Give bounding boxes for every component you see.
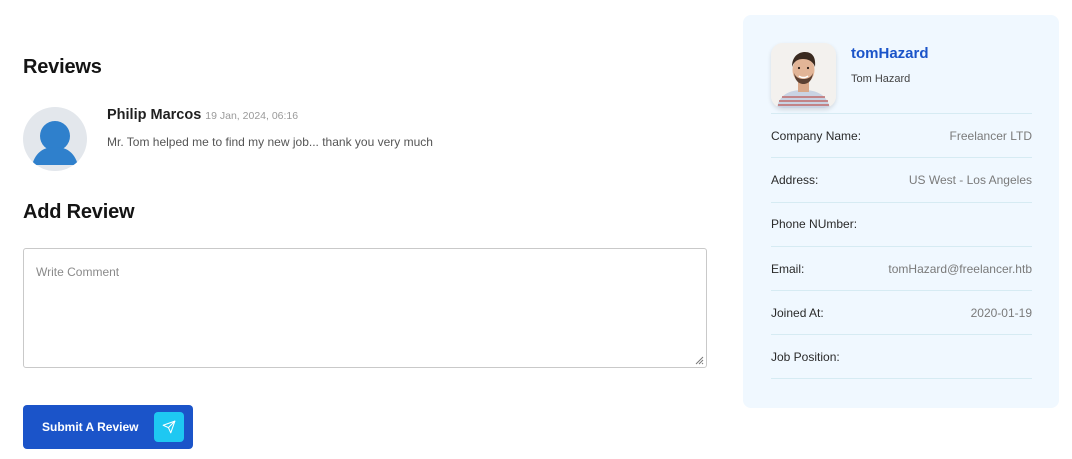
info-row-joined: Joined At: 2020-01-19 <box>771 290 1032 334</box>
info-row-email: Email: tomHazard@freelancer.htb <box>771 245 1032 290</box>
reviews-section: Reviews Philip Marcos 19 Jan, 2024, 06:1… <box>23 0 707 459</box>
review-item: Philip Marcos 19 Jan, 2024, 06:16 Mr. To… <box>23 107 707 171</box>
review-date: 19 Jan, 2024, 06:16 <box>205 110 299 122</box>
add-review-heading: Add Review <box>23 201 135 223</box>
info-label: Joined At: <box>771 305 824 320</box>
profile-username: tomHazard <box>851 45 929 62</box>
info-label: Email: <box>771 261 805 276</box>
default-user-icon <box>23 107 87 171</box>
resize-grip-icon[interactable] <box>695 356 704 365</box>
send-icon <box>154 412 184 442</box>
review-text: Mr. Tom helped me to find my new job... … <box>107 135 433 149</box>
submit-review-button[interactable]: Submit A Review <box>23 405 193 449</box>
reviewer-name: Philip Marcos <box>107 107 202 123</box>
comment-input[interactable] <box>24 249 706 367</box>
review-content: Philip Marcos 19 Jan, 2024, 06:16 Mr. To… <box>107 107 433 149</box>
info-value: US West - Los Angeles <box>908 172 1032 187</box>
info-label: Job Position: <box>771 349 840 364</box>
info-value: 2020-01-19 <box>970 305 1032 320</box>
info-row-company: Company Name: Freelancer LTD <box>771 113 1032 157</box>
profile-full-name: Tom Hazard <box>851 73 911 85</box>
info-row-phone: Phone NUmber: <box>771 201 1032 246</box>
reviews-heading: Reviews <box>23 56 102 78</box>
profile-avatar <box>771 43 836 108</box>
info-value: Freelancer LTD <box>949 128 1032 143</box>
profile-card: tomHazard Tom Hazard Company Name: Freel… <box>743 15 1059 408</box>
submit-review-label: Submit A Review <box>42 420 139 434</box>
comment-field-container <box>23 248 707 368</box>
info-row-address: Address: US West - Los Angeles <box>771 157 1032 201</box>
profile-info-list: Company Name: Freelancer LTD Address: US… <box>771 113 1032 379</box>
info-label: Company Name: <box>771 128 862 143</box>
info-label: Address: <box>771 172 819 187</box>
info-label: Phone NUmber: <box>771 217 858 232</box>
info-value: tomHazard@freelancer.htb <box>888 261 1032 276</box>
info-row-job-position: Job Position: <box>771 334 1032 379</box>
